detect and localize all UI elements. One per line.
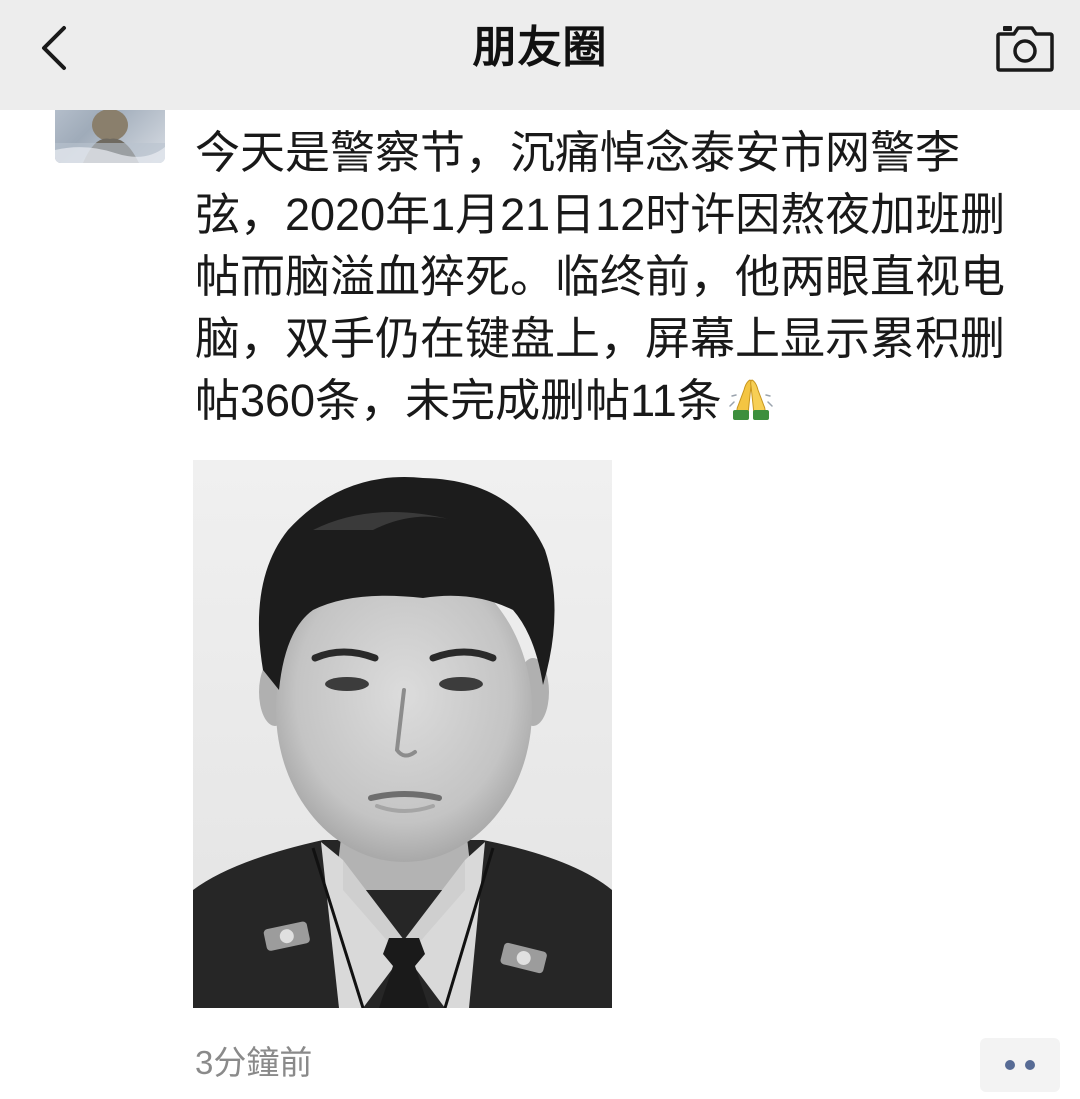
page-title: 朋友圈 [472, 23, 608, 72]
post-text-last-line: 帖360条，未完成删帖11条 [195, 370, 1065, 432]
post-text-line: 今天是警察节，沉痛悼念泰安市网警李 [195, 127, 961, 178]
post-text-line: 弦，2020年1月21日12时许因熬夜加班删 [195, 189, 1006, 240]
more-dots-icon [1025, 1060, 1035, 1070]
more-dots-icon [1005, 1060, 1015, 1070]
post-text-line: 帖360条，未完成删帖11条 [195, 375, 722, 426]
post-text: 今天是警察节，沉痛悼念泰安市网警李 弦，2020年1月21日12时许因熬夜加班删… [195, 122, 1065, 432]
navigation-bar: 朋友圈 [0, 0, 1080, 110]
post-text-line: 脑，双手仍在键盘上，屏幕上显示累积删 [195, 313, 1006, 364]
more-actions-button[interactable] [980, 1038, 1060, 1092]
post-timestamp: 3分鐘前 [195, 1044, 313, 1081]
post-text-line: 帖而脑溢血猝死。临终前，他两眼直视电 [195, 251, 1006, 302]
wechat-moments-screen: 朋友圈 今天是警察节，沉痛悼念泰安市网警李 弦，2020年1月21日12时许因熬… [0, 0, 1080, 1099]
folded-hands-emoji-icon [729, 379, 773, 420]
black-and-white-portrait-photo [193, 460, 612, 1008]
camera-icon [996, 26, 1054, 72]
post-photo[interactable] [193, 460, 612, 1008]
camera-button[interactable] [994, 22, 1056, 74]
